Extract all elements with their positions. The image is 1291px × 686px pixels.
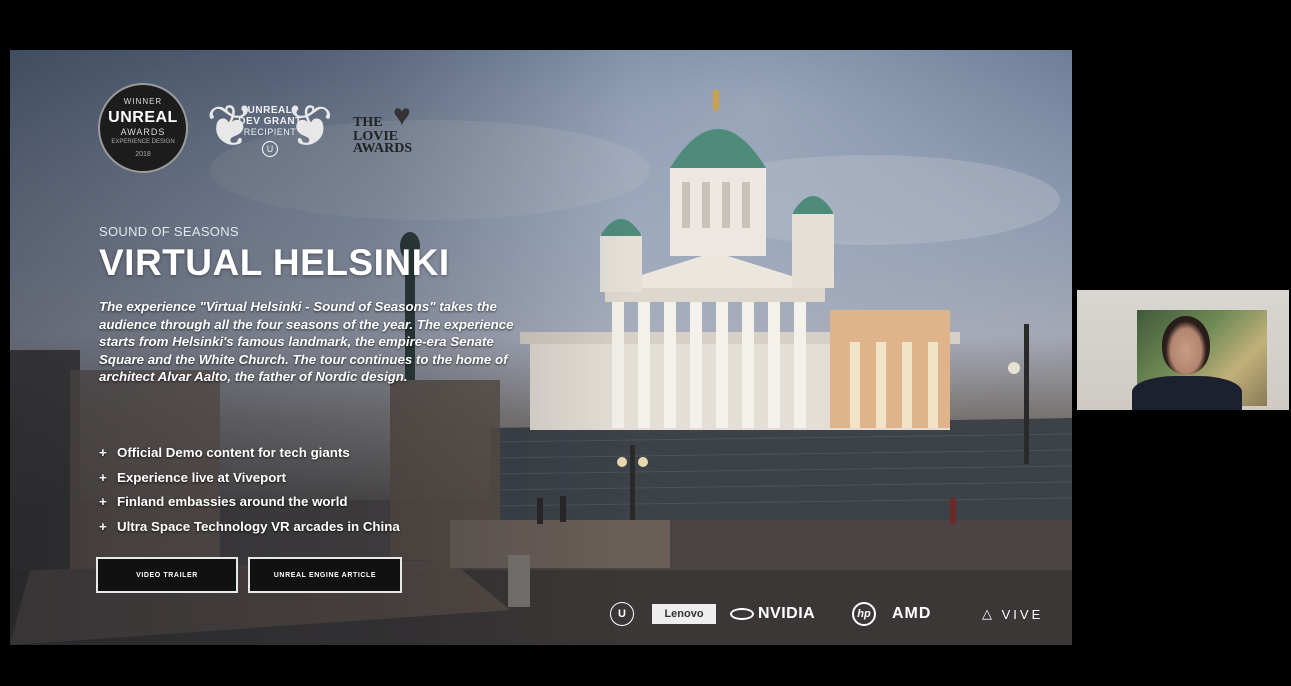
- hp-logo-icon: hp: [852, 602, 876, 626]
- unreal-logo-icon: U: [262, 141, 278, 157]
- amd-logo: AMD: [892, 605, 932, 622]
- list-item: + Finland embassies around the world: [99, 490, 400, 515]
- list-item: + Official Demo content for tech giants: [99, 441, 400, 466]
- heart-icon: ♥: [393, 99, 411, 132]
- laurel-right-icon: ❦: [285, 94, 334, 159]
- unreal-engine-article-button[interactable]: UNREAL ENGINE ARTICLE: [248, 557, 402, 593]
- participant-avatar: [1162, 316, 1210, 374]
- feature-list: + Official Demo content for tech giants +…: [99, 441, 400, 539]
- year-label: 2018: [135, 151, 151, 158]
- sponsor-logos: U Lenovo NVIDIA hp AMD △ VIVE: [610, 600, 1060, 628]
- lenovo-logo: Lenovo: [652, 604, 716, 624]
- awards-label: AWARDS: [120, 127, 166, 137]
- video-trailer-button[interactable]: VIDEO TRAILER: [96, 557, 238, 593]
- nvidia-logo: NVIDIA: [730, 600, 815, 628]
- lovie-line-3: AWARDS: [353, 141, 413, 156]
- list-item: + Ultra Space Technology VR arcades in Ch…: [99, 515, 400, 540]
- plus-icon: +: [99, 469, 107, 485]
- slide-kicker: SOUND OF SEASONS: [99, 224, 239, 239]
- lovie-awards-badge: ♥ THE LOVIE AWARDS: [353, 101, 433, 161]
- participant-body: [1132, 376, 1242, 410]
- list-item: + Experience live at Viveport: [99, 466, 400, 491]
- slide-description: The experience "Virtual Helsinki - Sound…: [99, 299, 514, 384]
- vive-triangle-icon: △: [982, 606, 1002, 621]
- vive-logo: △ VIVE: [982, 606, 1044, 622]
- slide-headline: VIRTUAL HELSINKI: [99, 242, 450, 283]
- plus-icon: +: [99, 494, 107, 509]
- nvidia-eye-icon: [730, 608, 754, 620]
- unreal-awards-winner-badge: WINNER UNREAL AWARDS EXPERIENCE DESIGN 2…: [98, 83, 188, 173]
- unreal-label: UNREAL: [108, 109, 178, 126]
- category-label: EXPERIENCE DESIGN: [111, 139, 175, 145]
- unreal-engine-logo-icon: U: [610, 602, 634, 626]
- laurel-left-icon: ❦: [206, 94, 255, 159]
- dev-grant-badge: ❦ ❦ UNREAL DEV GRANT RECIPIENT U: [206, 91, 334, 169]
- plus-icon: +: [99, 445, 107, 460]
- plus-icon: +: [99, 518, 107, 534]
- shared-screen: WINNER UNREAL AWARDS EXPERIENCE DESIGN 2…: [10, 50, 1072, 645]
- winner-label: WINNER: [123, 97, 163, 106]
- participant-video-tile[interactable]: [1077, 290, 1289, 410]
